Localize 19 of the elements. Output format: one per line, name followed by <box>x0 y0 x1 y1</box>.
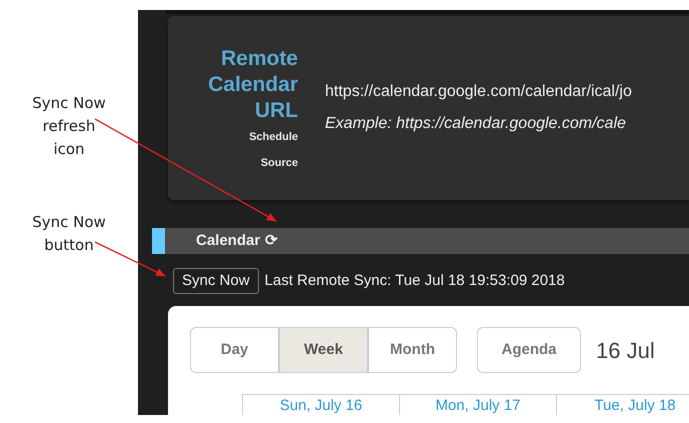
annotation-label: Sync Now refresh icon <box>31 93 107 160</box>
view-tab[interactable]: Month <box>368 327 457 373</box>
day-header: Mon, July 17 <box>399 395 556 415</box>
date-title: 16 Jul <box>596 336 655 364</box>
field-sublabel: Schedule Source <box>248 130 298 171</box>
day-header: Sun, July 16 <box>242 395 399 415</box>
annotation-arrow <box>94 241 166 277</box>
annotation-label: Sync Now button <box>31 212 107 256</box>
section-title: Calendar <box>196 230 260 251</box>
sync-now-button[interactable]: Sync Now <box>173 268 259 294</box>
last-sync-status: Last Remote Sync: Tue Jul 18 19:53:09 2018 <box>264 270 565 291</box>
url-value[interactable]: https://calendar.google.com/calendar/ical/jo <box>325 80 632 104</box>
field-label: Remote Calendar URL <box>207 46 298 124</box>
day-header: Tue, July 18 <box>556 395 689 415</box>
view-tab[interactable]: Week <box>279 327 368 373</box>
refresh-icon[interactable]: ⟳ <box>265 230 278 252</box>
view-tab[interactable]: Day <box>190 327 279 373</box>
example-hint: Example: https://calendar.google.com/cale <box>325 114 627 134</box>
agenda-button[interactable]: Agenda <box>477 327 581 373</box>
